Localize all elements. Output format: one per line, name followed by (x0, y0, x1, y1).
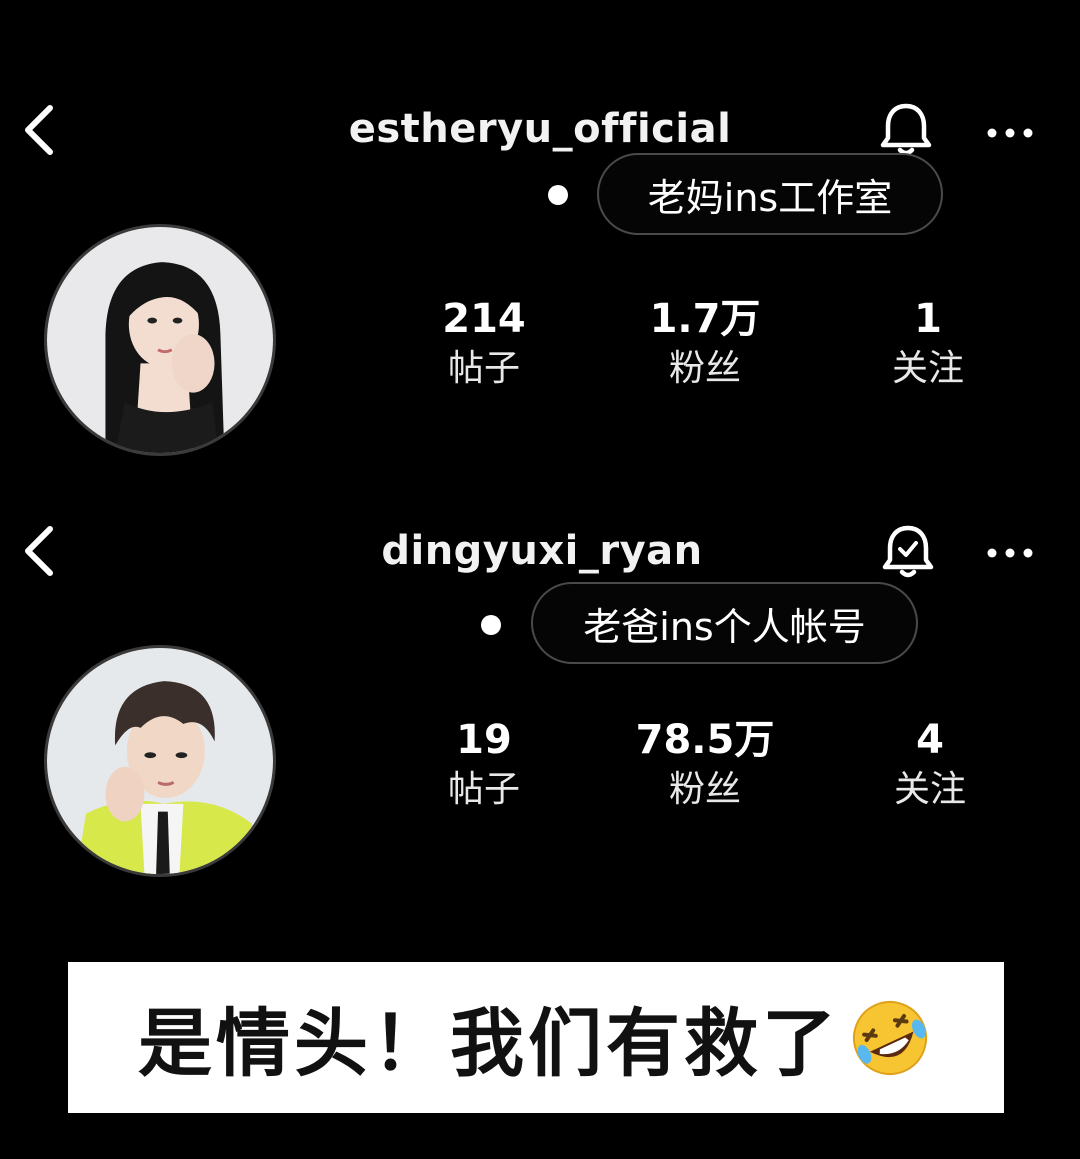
avatar[interactable] (44, 645, 276, 877)
more-options-button[interactable] (984, 118, 1036, 148)
profile-header-2: dingyuxi_ryan 老爸ins个人帐号 19 帖子 78.5万 粉丝 4… (0, 421, 1080, 877)
chevron-left-icon (25, 105, 53, 155)
annotation-label: 老妈ins工作室 (597, 153, 943, 235)
following-label: 关注 (893, 769, 966, 810)
profile-header-1: estheryu_official 老妈ins工作室 214 帖子 1.7万 粉… (0, 0, 1080, 456)
username: estheryu_official (348, 106, 732, 152)
following-count: 4 (916, 717, 944, 763)
more-horizontal-icon (987, 128, 1033, 138)
posts-count: 19 (456, 717, 512, 763)
notification-button[interactable] (876, 520, 940, 584)
posts-label: 帖子 (447, 769, 520, 810)
annotation-dot (548, 185, 568, 205)
followers-label: 粉丝 (668, 769, 741, 810)
back-button[interactable] (18, 521, 62, 581)
username: dingyuxi_ryan (381, 528, 703, 574)
following-count: 1 (914, 296, 942, 342)
laughing-emoji-icon (846, 994, 934, 1082)
following-label: 关注 (891, 348, 964, 389)
followers-count: 78.5万 (635, 717, 775, 763)
stat-following[interactable]: 1 关注 (828, 296, 1028, 392)
back-button[interactable] (18, 100, 62, 160)
stat-posts[interactable]: 214 帖子 (384, 296, 584, 392)
posts-label: 帖子 (447, 348, 520, 389)
annotation-dot (481, 615, 501, 635)
bell-check-icon (882, 525, 934, 578)
stat-followers[interactable]: 78.5万 粉丝 (605, 717, 805, 813)
annotation-label: 老爸ins个人帐号 (531, 582, 918, 664)
stat-posts[interactable]: 19 帖子 (384, 717, 584, 813)
followers-label: 粉丝 (668, 348, 741, 389)
chevron-left-icon (25, 526, 53, 576)
profile-photo-woman (47, 227, 273, 453)
profile-photo-man (47, 648, 273, 874)
caption-box: 是情头！我们有救了 (68, 962, 1004, 1113)
stat-following[interactable]: 4 关注 (830, 717, 1030, 813)
posts-count: 214 (442, 296, 526, 342)
more-horizontal-icon (987, 548, 1033, 558)
followers-count: 1.7万 (649, 296, 761, 342)
caption-text: 是情头！我们有救了 (138, 1001, 840, 1087)
more-options-button[interactable] (984, 538, 1036, 568)
stat-followers[interactable]: 1.7万 粉丝 (605, 296, 805, 392)
